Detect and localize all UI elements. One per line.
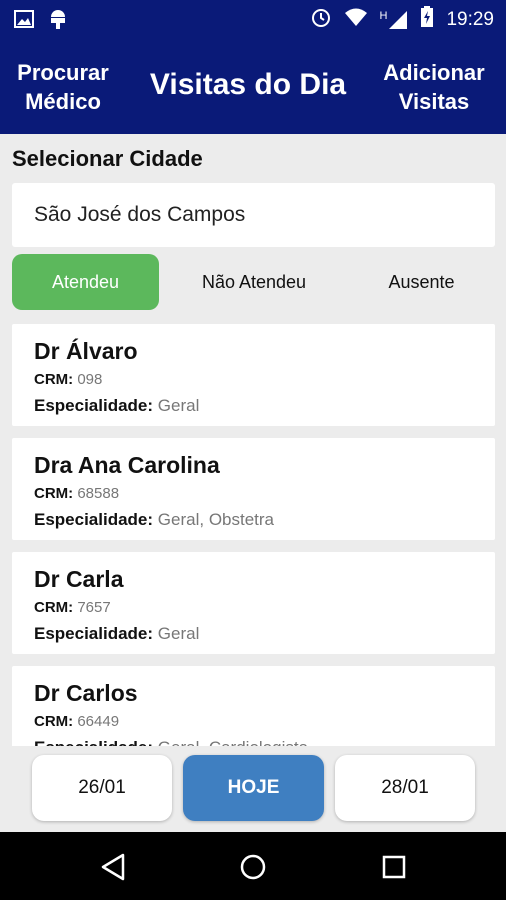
specialty-value: Geral <box>157 624 200 643</box>
doctor-crm: CRM: 098 <box>34 371 102 388</box>
add-visits-button[interactable]: Adicionar Visitas <box>374 58 494 116</box>
doctor-name: Dr Álvaro <box>34 338 138 364</box>
status-bar: H 19:29 <box>0 0 506 38</box>
image-icon <box>14 9 34 34</box>
search-doctor-label-line1: Procurar <box>17 60 109 85</box>
doctor-specialty: Especialidade: Geral <box>34 396 199 416</box>
system-nav-bar <box>0 832 506 900</box>
search-doctor-label-line2: Médico <box>25 89 101 114</box>
doctor-specialty: Especialidade: Geral <box>34 624 199 644</box>
page-title: Visitas do Dia <box>149 68 347 101</box>
doctor-crm: CRM: 7657 <box>34 599 111 616</box>
specialty-value: Geral, Cardiologista <box>158 738 308 746</box>
crm-value: 098 <box>77 371 103 388</box>
network-type-label: H <box>379 9 388 22</box>
doctor-specialty: Especialidade: Geral, Cardiologista <box>34 738 308 746</box>
city-select-value: São José dos Campos <box>34 203 246 226</box>
city-select[interactable]: São José dos Campos <box>12 183 495 247</box>
doctor-name: Dra Ana Carolina <box>34 452 220 478</box>
doctor-list[interactable]: Dr Álvaro CRM: 098 Especialidade: Geral … <box>12 324 495 746</box>
app-bar: Procurar Médico Visitas do Dia Adicionar… <box>0 38 506 134</box>
specialty-label: Especialidade: <box>34 510 154 529</box>
city-select-label: Selecionar Cidade <box>12 146 203 171</box>
home-icon[interactable] <box>236 850 270 884</box>
today-button[interactable]: HOJE <box>183 755 324 821</box>
doctor-specialty: Especialidade: Geral, Obstetra <box>34 510 274 530</box>
wifi-icon <box>344 7 368 32</box>
specialty-label: Especialidade: <box>34 396 154 415</box>
android-icon <box>48 8 68 35</box>
alarm-icon <box>310 6 332 33</box>
add-visits-label-line1: Adicionar <box>383 60 485 85</box>
doctor-card[interactable]: Dr Álvaro CRM: 098 Especialidade: Geral <box>12 324 495 426</box>
back-icon[interactable] <box>96 850 130 884</box>
specialty-label: Especialidade: <box>34 624 154 643</box>
signal-h-icon: H <box>380 10 409 30</box>
specialty-label: Especialidade: <box>34 738 153 746</box>
crm-label: CRM: <box>34 713 74 730</box>
recents-icon[interactable] <box>377 850 411 884</box>
status-time: 19:29 <box>446 8 494 30</box>
doctor-crm: CRM: 68588 <box>34 485 119 502</box>
crm-value: 7657 <box>77 599 111 616</box>
prev-day-button[interactable]: 26/01 <box>32 755 172 821</box>
tab-atendeu[interactable]: Atendeu <box>12 254 159 310</box>
crm-label: CRM: <box>34 485 74 502</box>
tab-nao-atendeu[interactable]: Não Atendeu <box>176 254 332 310</box>
doctor-name: Dr Carlos <box>34 680 138 706</box>
crm-label: CRM: <box>34 599 74 616</box>
crm-value: 66449 <box>77 713 120 730</box>
search-doctor-button[interactable]: Procurar Médico <box>8 58 118 116</box>
crm-value: 68588 <box>77 485 120 502</box>
doctor-card[interactable]: Dr Carlos CRM: 66449 Especialidade: Gera… <box>12 666 495 746</box>
doctor-card[interactable]: Dr Carla CRM: 7657 Especialidade: Geral <box>12 552 495 654</box>
tab-ausente[interactable]: Ausente <box>348 254 495 310</box>
specialty-value: Geral <box>157 396 200 415</box>
doctor-name: Dr Carla <box>34 566 124 592</box>
battery-charging-icon <box>420 6 434 33</box>
next-day-button[interactable]: 28/01 <box>335 755 475 821</box>
doctor-card[interactable]: Dra Ana Carolina CRM: 68588 Especialidad… <box>12 438 495 540</box>
doctor-crm: CRM: 66449 <box>34 713 119 730</box>
specialty-value: Geral, Obstetra <box>157 510 275 529</box>
crm-label: CRM: <box>34 371 74 388</box>
add-visits-label-line2: Visitas <box>398 89 470 114</box>
